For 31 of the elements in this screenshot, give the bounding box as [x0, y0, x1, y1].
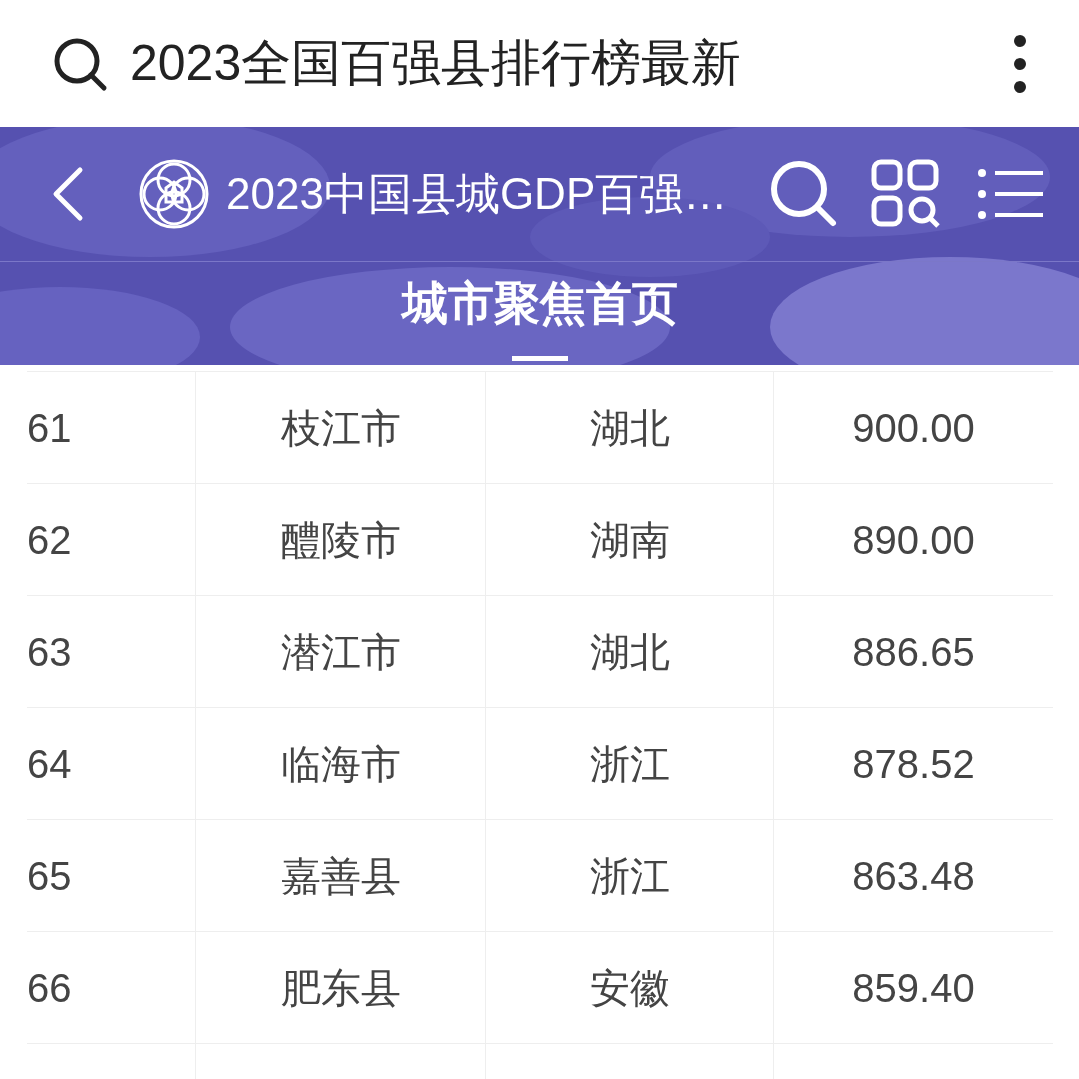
table-cell: 枝江市	[195, 372, 485, 483]
table-cell-text: 62	[27, 516, 73, 564]
table-cell: 878.52	[773, 708, 1053, 819]
table-cell: 浙江	[485, 820, 773, 931]
tab[interactable]: 城市聚焦首页	[401, 262, 678, 365]
grid-search-icon[interactable]	[871, 159, 941, 229]
table-cell: 浙江	[485, 708, 773, 819]
table-cell: 安徽	[485, 932, 773, 1043]
table-cell: 湖南	[485, 484, 773, 595]
search-query[interactable]: 2023全国百强县排行榜最新	[130, 26, 991, 101]
table-cell-text: 61	[27, 404, 73, 452]
table-cell: 嘉善县	[195, 820, 485, 931]
table-cell: 886.65	[773, 596, 1053, 707]
table-cell-text: 65	[27, 852, 73, 900]
table-cell: 859.40	[773, 932, 1053, 1043]
table-cell-text: 64	[27, 740, 73, 788]
table-cell: 湖北	[485, 372, 773, 483]
logo-icon	[138, 158, 210, 230]
table-cell: 890.00	[773, 484, 1053, 595]
table-cell: 潜江市	[195, 596, 485, 707]
table-cell-text: 66	[27, 964, 73, 1012]
table-cell: 醴陵市	[195, 484, 485, 595]
table-cell: 肥东县	[195, 932, 485, 1043]
table-cell: 863.48	[773, 820, 1053, 931]
table-cell: 900.00	[773, 372, 1053, 483]
table-cell: 湖北	[485, 596, 773, 707]
menu-icon[interactable]	[977, 166, 1043, 222]
more-icon[interactable]	[1013, 33, 1027, 94]
table-cell-text: 63	[27, 628, 73, 676]
page-title: 2023中国县城GDP百强…	[226, 168, 728, 220]
table-cell: 临海市	[195, 708, 485, 819]
